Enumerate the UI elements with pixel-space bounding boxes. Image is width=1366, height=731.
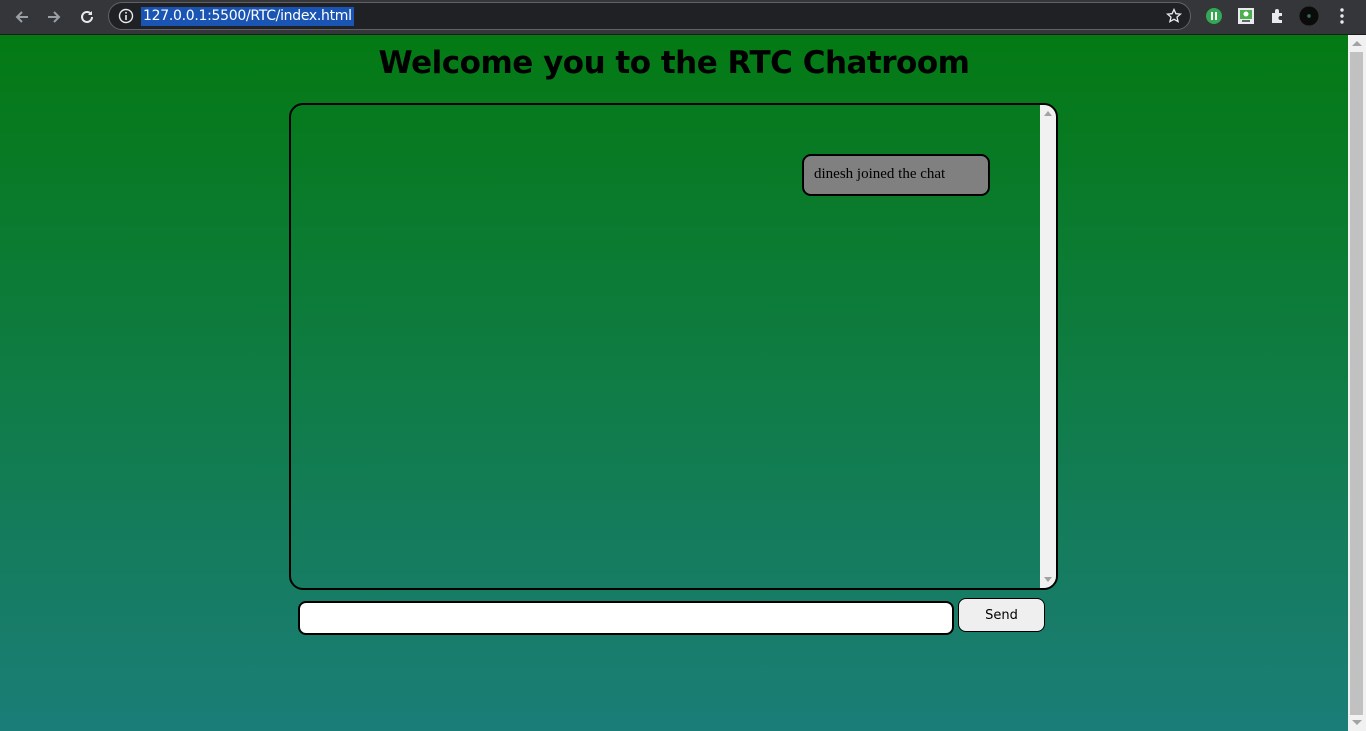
profile-avatar-icon[interactable] [1299,6,1319,26]
scroll-down-arrow-icon[interactable] [1044,577,1052,582]
extensions-puzzle-icon[interactable] [1268,6,1288,26]
extension-screen-icon[interactable] [1236,6,1256,26]
message-input[interactable] [298,601,954,635]
page-scrollbar-thumb[interactable] [1350,52,1363,715]
page-title: Welcome you to the RTC Chatroom [378,45,970,81]
page-scrollbar[interactable] [1348,35,1366,731]
page-viewport: Welcome you to the RTC Chatroom dinesh j… [0,35,1348,731]
chat-scrollbar[interactable] [1040,105,1056,588]
page-scroll-up-arrow-icon[interactable] [1352,41,1362,46]
url-text[interactable]: 127.0.0.1:5500/RTC/index.html [141,7,354,26]
extension-green-icon[interactable] [1204,6,1224,26]
forward-arrow-icon[interactable] [41,4,67,30]
browser-toolbar: 127.0.0.1:5500/RTC/index.html [0,0,1366,35]
menu-kebab-icon[interactable] [1332,6,1352,26]
page-scroll-down-arrow-icon[interactable] [1352,720,1362,725]
address-bar[interactable]: 127.0.0.1:5500/RTC/index.html [108,2,1191,30]
chat-messages-container[interactable]: dinesh joined the chat [289,103,1058,590]
reload-icon[interactable] [74,4,100,30]
site-info-icon[interactable] [118,8,134,24]
scroll-up-arrow-icon[interactable] [1044,111,1052,116]
chat-message: dinesh joined the chat [802,154,990,196]
bookmark-star-icon[interactable] [1165,7,1183,24]
back-arrow-icon[interactable] [9,4,35,30]
send-button[interactable]: Send [958,598,1045,632]
